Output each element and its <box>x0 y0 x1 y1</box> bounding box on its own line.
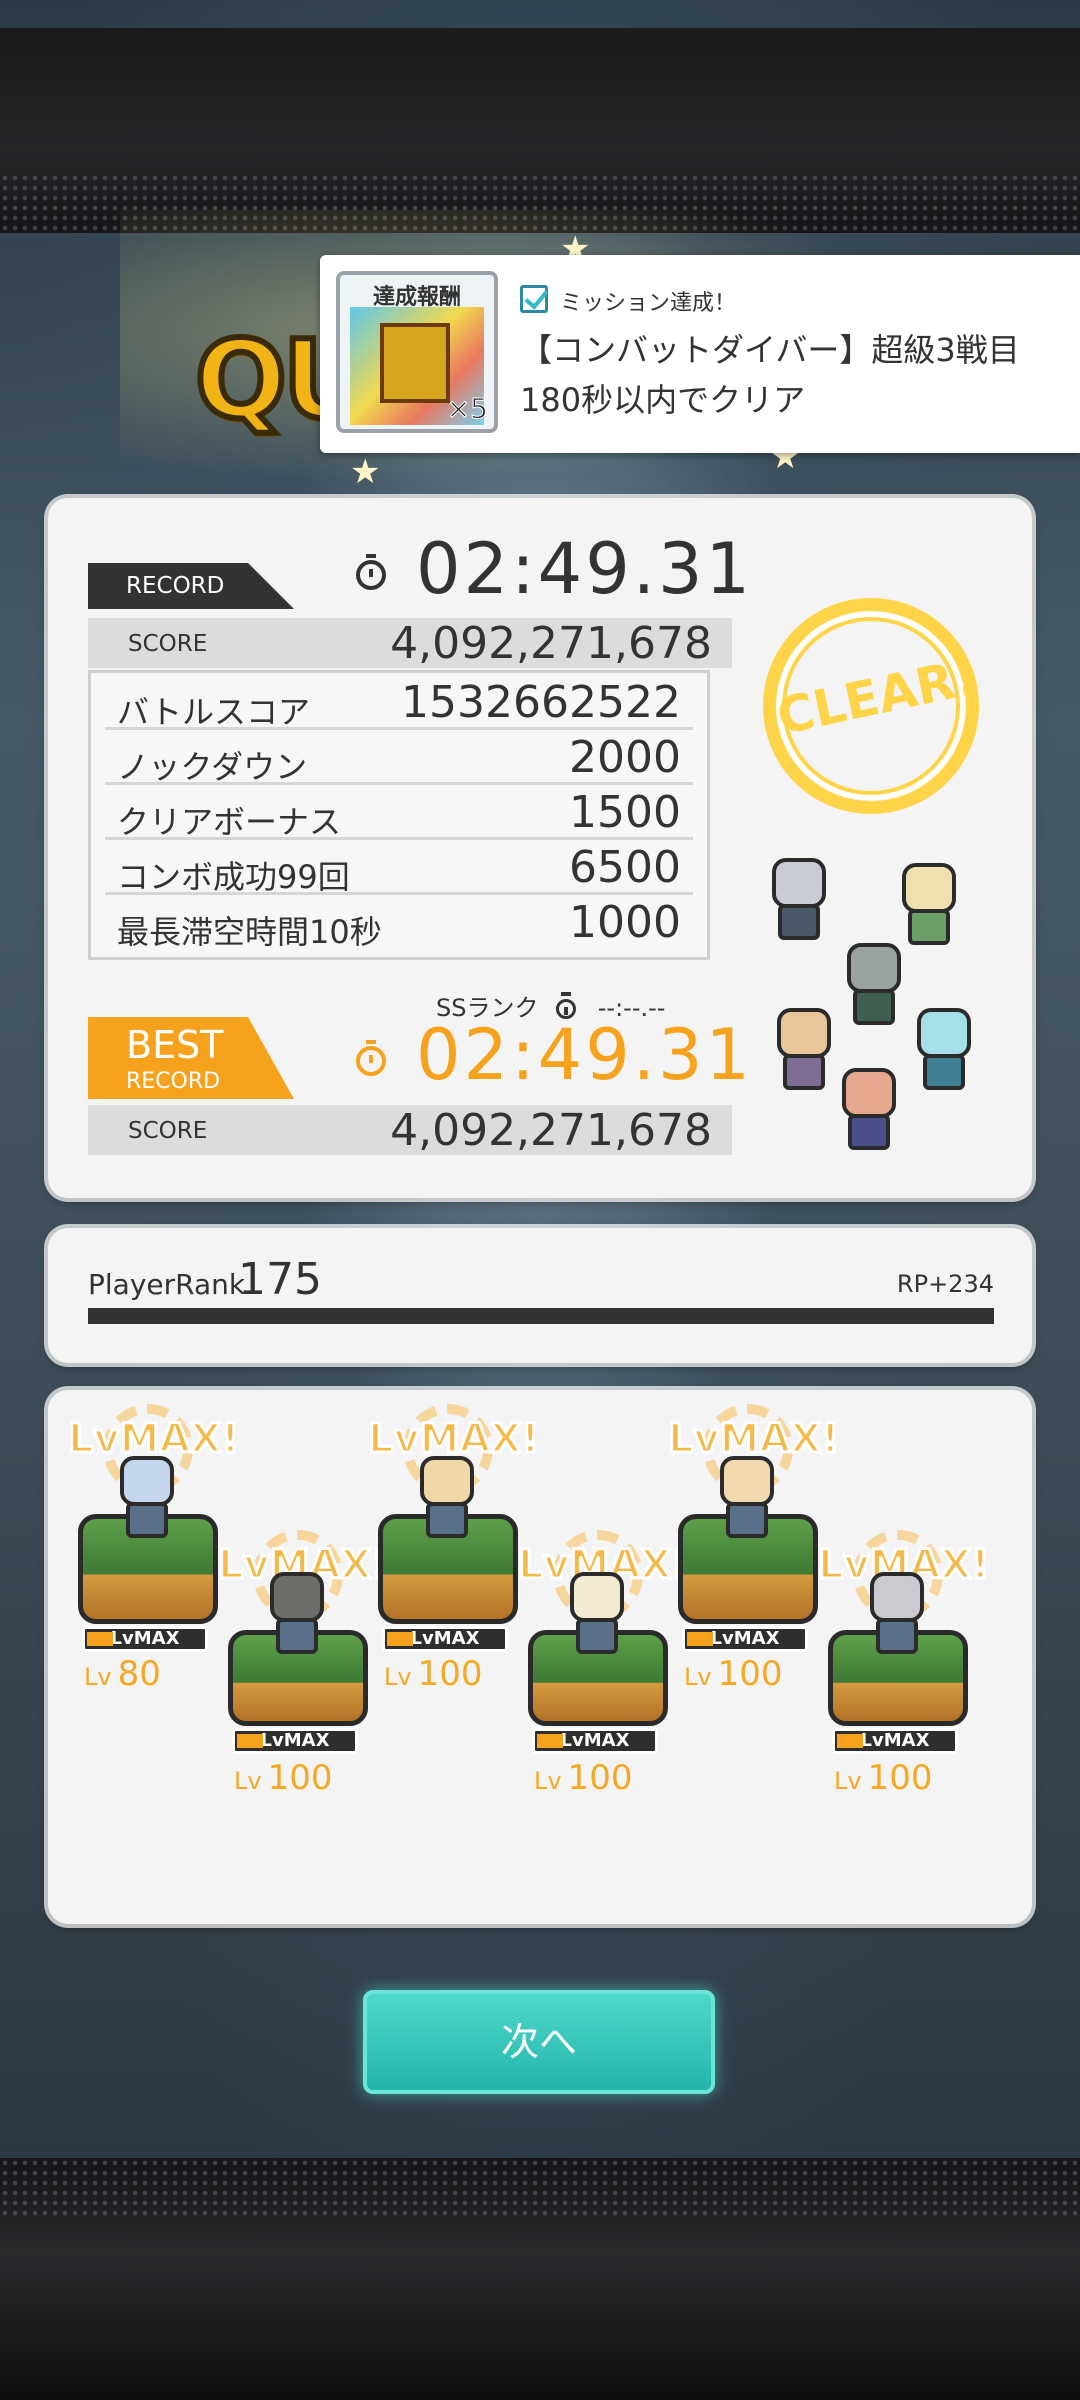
best-score-row: SCORE 4,092,271,678 <box>88 1105 732 1156</box>
bottom-decor-bar <box>0 2158 1080 2400</box>
record-label: RECORD <box>88 563 294 609</box>
reward-item-icon: 達成報酬 ×5 <box>336 271 498 433</box>
character-sprite <box>835 943 913 1029</box>
mission-condition: 180秒以内でクリア <box>520 381 806 419</box>
level-prefix: Lv <box>684 1663 712 1691</box>
rank-progress-bar <box>88 1308 994 1324</box>
best-label: BEST <box>126 1023 224 1067</box>
unit-level: Lv 100 <box>834 1758 932 1798</box>
top-decor-bar <box>0 28 1080 233</box>
best-score-label: SCORE <box>128 1118 208 1144</box>
breakdown-value: 1000 <box>569 897 681 948</box>
result-card: RECORD 02:49.31 SCORE 4,092,271,678 バトルス… <box>48 498 1032 1198</box>
level-prefix: Lv <box>384 1663 412 1691</box>
score-breakdown: バトルスコア 1532662522 ノックダウン 2000 クリアボーナス 15… <box>88 670 710 960</box>
character-sprite <box>708 1456 786 1542</box>
unit-level: Lv 100 <box>534 1758 632 1798</box>
next-button[interactable]: 次へ <box>363 1990 715 2094</box>
character-sprite <box>830 1068 908 1154</box>
score-label: SCORE <box>128 631 208 657</box>
level-prefix: Lv <box>534 1767 562 1795</box>
level-value: 100 <box>717 1654 783 1694</box>
unit-slot: LvMAX! LvMAX Lv 100 <box>517 1530 691 1830</box>
clear-stamp: CLEAR! <box>763 598 983 814</box>
unit-level: Lv 100 <box>234 1758 332 1798</box>
player-rank-value: 175 <box>238 1254 322 1305</box>
level-prefix: Lv <box>234 1767 262 1795</box>
lvmax-tag: LvMAX <box>682 1626 808 1652</box>
level-prefix: Lv <box>834 1767 862 1795</box>
record-time: 02:49.31 <box>416 528 754 610</box>
unit-level: Lv 100 <box>384 1654 482 1694</box>
checkbox-checked-icon <box>520 285 548 313</box>
unit-level: Lv 100 <box>684 1654 782 1694</box>
clear-stamp-text: CLEAR! <box>772 647 983 747</box>
rp-gain: RP+234 <box>896 1270 994 1298</box>
best-time: 02:49.31 <box>416 1014 754 1096</box>
breakdown-row: ノックダウン 2000 <box>105 730 693 786</box>
unit-slot: LvMAX! LvMAX Lv 100 <box>217 1530 391 1830</box>
unit-slot: LvMAX! LvMAX Lv 100 <box>367 1404 541 1704</box>
breakdown-row: 最長滞空時間10秒 1000 <box>105 895 693 951</box>
mission-status: ミッション達成！ <box>560 291 737 316</box>
unit-slot: LvMAX! LvMAX Lv 100 <box>667 1404 841 1704</box>
unit-slot: LvMAX! LvMAX Lv 80 <box>67 1404 241 1704</box>
character-sprite <box>905 1008 983 1094</box>
reward-count: ×5 <box>446 392 488 426</box>
score-value: 4,092,271,678 <box>390 618 712 669</box>
best-record-tag: BEST RECORD <box>88 1017 294 1099</box>
breakdown-label: バトルスコア <box>117 693 310 731</box>
level-value: 100 <box>417 1654 483 1694</box>
lvmax-tag: LvMAX <box>82 1626 208 1652</box>
character-sprite <box>408 1456 486 1542</box>
lvmax-tag: LvMAX <box>532 1728 658 1754</box>
character-sprite <box>108 1456 186 1542</box>
lvmax-tag: LvMAX <box>232 1728 358 1754</box>
level-value: 100 <box>567 1758 633 1798</box>
units-card: LvMAX! LvMAX Lv 80 LvMAX! LvMAX Lv 100 LvMAX! LvM… <box>48 1390 1032 1924</box>
lvmax-tag: LvMAX <box>382 1626 508 1652</box>
mission-complete-banner: 達成報酬 ×5 ミッション達成！ 【コンバットダイバー】超級3戦目 180秒以内… <box>320 255 1080 453</box>
timer-icon <box>356 554 386 590</box>
character-sprite <box>558 1572 636 1658</box>
player-rank-card: PlayerRank 175 RP+234 <box>48 1228 1032 1363</box>
level-value: 80 <box>117 1654 161 1694</box>
level-value: 100 <box>867 1758 933 1798</box>
breakdown-value: 6500 <box>569 842 681 893</box>
breakdown-label: コンボ成功99回 <box>117 858 350 896</box>
unit-level: Lv 80 <box>84 1654 161 1694</box>
best-record-label: RECORD <box>126 1069 221 1094</box>
character-sprite <box>858 1572 936 1658</box>
lvmax-tag: LvMAX <box>832 1728 958 1754</box>
breakdown-row: クリアボーナス 1500 <box>105 785 693 841</box>
level-value: 100 <box>267 1758 333 1798</box>
best-score-value: 4,092,271,678 <box>390 1105 712 1156</box>
character-sprite <box>760 858 838 944</box>
timer-icon <box>356 1040 386 1076</box>
breakdown-label: クリアボーナス <box>117 803 342 841</box>
character-sprite <box>890 863 968 949</box>
breakdown-value: 2000 <box>569 732 681 783</box>
trophy-icon <box>380 323 450 403</box>
level-prefix: Lv <box>84 1663 112 1691</box>
party-sprites <box>760 858 1000 1158</box>
mission-title: 【コンバットダイバー】超級3戦目 <box>520 331 1020 369</box>
breakdown-label: 最長滞空時間10秒 <box>117 913 382 951</box>
player-rank-label: PlayerRank <box>88 1268 246 1301</box>
breakdown-row: コンボ成功99回 6500 <box>105 840 693 896</box>
character-sprite <box>258 1572 336 1658</box>
unit-slot: LvMAX! LvMAX Lv 100 <box>817 1530 991 1830</box>
breakdown-row: バトルスコア 1532662522 <box>105 675 693 731</box>
star-icon: ★ <box>350 452 381 492</box>
breakdown-label: ノックダウン <box>117 748 308 786</box>
breakdown-value: 1500 <box>569 787 681 838</box>
breakdown-value: 1532662522 <box>401 677 681 728</box>
score-row: SCORE 4,092,271,678 <box>88 618 732 669</box>
